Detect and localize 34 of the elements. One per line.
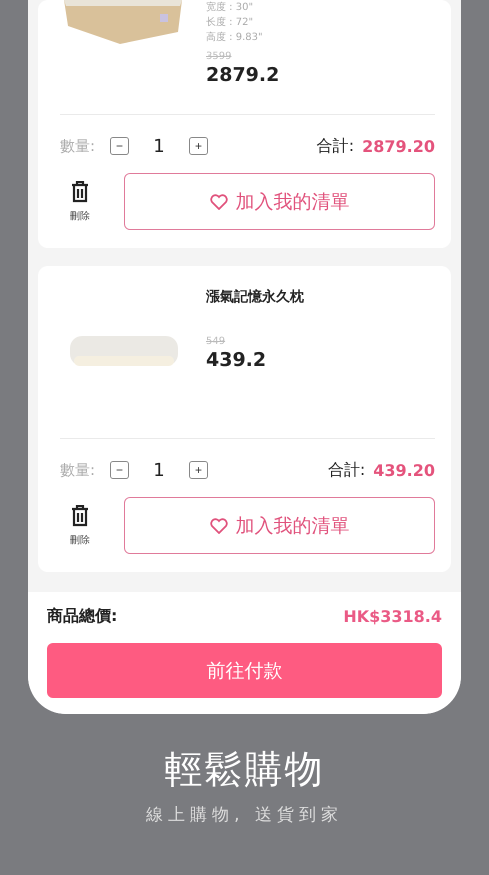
subtotal-value: 2879.20 — [362, 136, 435, 156]
spec-text: 长度 : 72" — [206, 16, 254, 30]
delete-label: 刪除 — [70, 210, 90, 222]
delete-button[interactable]: 刪除 — [60, 180, 100, 222]
minus-button[interactable]: − — [110, 137, 129, 155]
original-price: 549 — [206, 336, 226, 347]
plus-button[interactable]: + — [189, 137, 208, 155]
spec-text: 高度 : 9.83" — [206, 30, 264, 45]
quantity-value: 1 — [152, 136, 166, 156]
spec-text: 宽度 : 30" — [206, 0, 254, 15]
subtotal-label: 合計: — [316, 136, 354, 156]
caption-subtitle: 線上購物, 送貨到家 — [146, 804, 343, 826]
trash-icon — [70, 504, 90, 526]
quantity-value: 1 — [152, 460, 166, 480]
total-label: 商品總價: — [47, 606, 118, 627]
trash-icon — [70, 180, 90, 202]
price: 2879.2 — [206, 64, 280, 86]
original-price: 3599 — [206, 51, 232, 62]
subtotal-value: 439.20 — [373, 460, 435, 480]
heart-icon — [210, 518, 228, 534]
caption-title: 輕鬆購物 — [164, 746, 324, 793]
heart-icon — [210, 194, 228, 210]
wishlist-button[interactable]: 加入我的清單 — [124, 497, 435, 554]
product-name: 漲氣記憶永久枕 — [206, 288, 304, 306]
delete-button[interactable]: 刪除 — [60, 504, 100, 546]
total-value: HK$3318.4 — [343, 607, 442, 626]
quantity-label: 數量: — [60, 136, 96, 156]
subtotal-label: 合計: — [328, 460, 366, 480]
plus-button[interactable]: + — [189, 461, 208, 479]
quantity-label: 數量: — [60, 460, 96, 480]
minus-button[interactable]: − — [110, 461, 129, 479]
delete-label: 刪除 — [70, 534, 90, 546]
price: 439.2 — [206, 349, 268, 371]
wishlist-button[interactable]: 加入我的清單 — [124, 173, 435, 230]
